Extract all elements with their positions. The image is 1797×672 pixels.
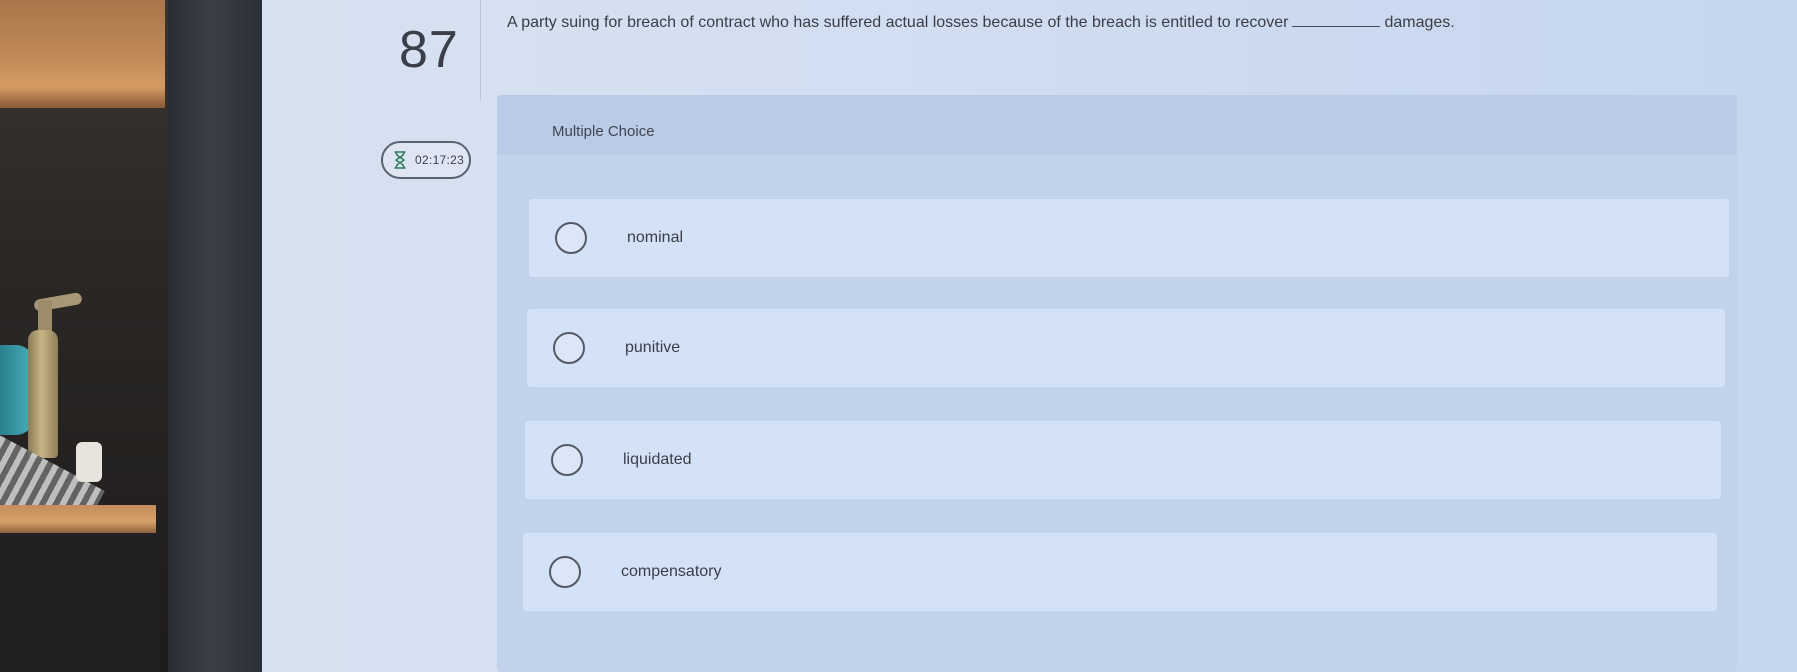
radio-button[interactable] [551, 444, 583, 476]
background-shelf [0, 0, 168, 672]
answer-panel: Multiple Choice nominal punitive liquida… [497, 95, 1737, 672]
divider [480, 0, 481, 100]
radio-button[interactable] [553, 332, 585, 364]
pump-stem [38, 300, 52, 334]
hourglass-icon [394, 151, 406, 169]
answer-option[interactable]: compensatory [523, 533, 1717, 611]
shelf-wood-bottom [0, 505, 156, 533]
question-type-label: Multiple Choice [552, 123, 655, 140]
radio-button[interactable] [549, 556, 581, 588]
answer-option-label: nominal [627, 229, 684, 246]
answer-option[interactable]: liquidated [525, 421, 1721, 499]
answer-panel-header: Multiple Choice [497, 95, 1737, 155]
shelf-lower [0, 533, 160, 672]
question-text-before: A party suing for breach of contract who… [507, 14, 1289, 31]
quiz-screen: 87 A party suing for breach of contract … [262, 0, 1797, 672]
answer-option[interactable]: nominal [529, 199, 1729, 277]
answer-option-label: liquidated [623, 451, 692, 468]
fill-in-blank [1292, 14, 1381, 27]
radio-button[interactable] [555, 222, 587, 254]
white-cup [76, 442, 102, 482]
question-text-after: damages. [1384, 14, 1455, 31]
timer-value: 02:17:23 [415, 153, 465, 167]
shelf-wood-top [0, 0, 165, 108]
answer-option[interactable]: punitive [527, 309, 1725, 387]
question-number: 87 [399, 21, 459, 79]
answer-option-label: compensatory [621, 563, 722, 580]
answer-option-label: punitive [625, 339, 681, 356]
monitor-bezel [168, 0, 262, 672]
timer-badge[interactable]: 02:17:23 [381, 141, 471, 179]
question-prompt: A party suing for breach of contract who… [507, 14, 1455, 32]
soap-bottle [28, 330, 58, 458]
